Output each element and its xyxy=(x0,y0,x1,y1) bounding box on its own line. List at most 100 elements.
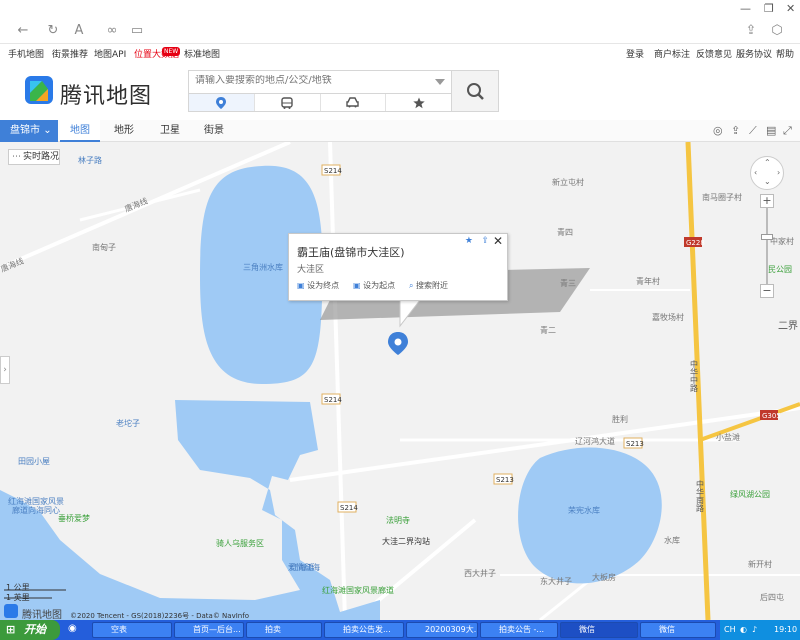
target-icon[interactable]: ◎ xyxy=(713,124,723,137)
tencent-map-logo-icon xyxy=(25,76,53,104)
tab-map[interactable]: 地图 xyxy=(60,120,100,142)
mode-bus[interactable] xyxy=(255,94,321,111)
search-icon: ⌕ xyxy=(409,281,414,290)
pan-right-icon[interactable]: › xyxy=(777,168,780,177)
taskbar-item[interactable]: 拍卖公告发... xyxy=(324,622,404,638)
poi-title: 霸王庙(盘锦市大洼区) xyxy=(297,246,405,259)
city-selector[interactable]: 盘锦市 ⌄ xyxy=(0,120,58,142)
traffic-label: 实时路况 xyxy=(23,152,60,162)
place-label: 青四 xyxy=(557,227,573,237)
share-icon[interactable]: ⇪ xyxy=(742,22,760,40)
taskbar: ⊞ 开始 ◉ 空表 首页—后台... 拍卖 拍卖公告发... 20200309大.… xyxy=(0,620,800,640)
favorite-star-icon[interactable]: ★ xyxy=(465,236,473,246)
link-terms[interactable]: 服务协议 xyxy=(736,47,772,60)
link-merchant[interactable]: 商户标注 xyxy=(654,47,690,60)
zoom-in-button[interactable]: + xyxy=(760,194,774,208)
place-label: 嘉牧场村 xyxy=(652,312,684,322)
back-icon[interactable]: ← xyxy=(14,22,32,40)
tab-terrain[interactable]: 地形 xyxy=(104,120,144,142)
print-icon[interactable]: ▤ xyxy=(766,124,776,137)
place-label: 骑人乌服务区 xyxy=(216,538,264,548)
zoom-track[interactable] xyxy=(766,208,768,284)
taskbar-item[interactable]: 微信 xyxy=(560,622,638,638)
share-map-icon[interactable]: ⇪ xyxy=(731,124,740,137)
map-svg: S214 S214 S214 S213 S213 G228 G305 林子路 唐… xyxy=(0,142,800,620)
place-label: 新立屯村 xyxy=(552,177,584,187)
set-destination-button[interactable]: ▣ 设为终点 xyxy=(297,280,339,291)
place-label: 老坨子 xyxy=(116,418,140,428)
link-feedback[interactable]: 反馈意见 xyxy=(696,47,732,60)
maximize-icon[interactable]: ❐ xyxy=(764,2,774,15)
set-origin-button[interactable]: ▣ 设为起点 xyxy=(353,280,395,291)
close-window-icon[interactable]: ✕ xyxy=(786,2,795,15)
link-standard-map[interactable]: 标准地图 xyxy=(184,47,220,60)
tab-icon[interactable]: ▭ xyxy=(128,22,146,40)
mode-location[interactable] xyxy=(189,94,255,111)
search-box[interactable] xyxy=(188,70,452,93)
place-label: 二界 xyxy=(778,320,798,332)
map-watermark: 腾讯地图 xyxy=(22,610,62,621)
zoom-slider-handle[interactable] xyxy=(761,234,773,240)
place-label: 新开村 xyxy=(748,559,772,569)
map-canvas[interactable]: S214 S214 S214 S213 S213 G228 G305 林子路 唐… xyxy=(0,142,800,620)
mode-car[interactable] xyxy=(321,94,387,111)
share-icon[interactable]: ⇪ xyxy=(481,236,489,246)
road-label: 唐海线 xyxy=(0,256,25,274)
place-label: 法明寺 xyxy=(386,515,410,525)
extension-icon[interactable]: ⬡ xyxy=(768,22,786,40)
end-icon: ▣ xyxy=(297,281,305,290)
link-map-api[interactable]: 地图API xyxy=(94,47,126,60)
ime-indicator[interactable]: CH xyxy=(724,620,736,640)
place-label: 南甸子 xyxy=(92,242,116,252)
taskbar-item[interactable]: 首页—后台... xyxy=(174,622,244,638)
logo-text: 腾讯地图 xyxy=(60,84,153,109)
taskbar-item[interactable]: 空表 xyxy=(92,622,172,638)
close-icon[interactable]: ✕ xyxy=(493,234,503,248)
pan-up-icon[interactable]: ⌃ xyxy=(764,158,771,167)
top-links: 手机地图 街景推荐 地图API 位置大数据 NEW 标准地图 登录 商户标注 反… xyxy=(0,44,800,62)
text-size-icon[interactable]: A xyxy=(70,22,88,40)
taskbar-item[interactable]: 拍卖公告 -... xyxy=(480,622,558,638)
place-label: 林子路 xyxy=(78,155,102,165)
fullscreen-icon[interactable]: ⤢ xyxy=(783,124,792,138)
place-label: 廊道向海同心 xyxy=(12,505,60,515)
link-help[interactable]: 帮助 xyxy=(776,47,794,60)
tray-icon[interactable]: ◐ xyxy=(740,620,747,640)
zoom-out-button[interactable]: − xyxy=(760,284,774,298)
quick-launch-icon[interactable]: ◉ xyxy=(68,623,77,634)
start-button[interactable]: ⊞ 开始 xyxy=(0,620,60,640)
location-marker-icon[interactable] xyxy=(388,332,408,355)
tab-street-view[interactable]: 街景 xyxy=(194,120,234,142)
link-login[interactable]: 登录 xyxy=(626,47,644,60)
ruler-icon[interactable]: ⟋ xyxy=(749,124,757,138)
link-mobile-map[interactable]: 手机地图 xyxy=(8,47,44,60)
chevron-down-icon[interactable] xyxy=(435,79,445,85)
search-nearby-button[interactable]: ⌕ 搜索附近 xyxy=(409,280,448,291)
mode-favorites[interactable] xyxy=(386,94,451,111)
pan-down-icon[interactable]: ⌄ xyxy=(764,177,771,186)
tab-satellite[interactable]: 卫星 xyxy=(150,120,190,142)
place-label: 青三 xyxy=(560,278,576,288)
refresh-icon[interactable]: ↻ xyxy=(44,22,62,40)
search-input[interactable] xyxy=(195,75,425,86)
link-icon[interactable]: ∞ xyxy=(103,22,121,40)
link-street-view[interactable]: 街景推荐 xyxy=(52,47,88,60)
place-label: 红海滩国家风景廊道 xyxy=(322,585,394,595)
traffic-button[interactable]: ⋯ 实时路况 xyxy=(8,149,60,165)
clock: 19:10 xyxy=(774,625,798,634)
windows-logo-icon: ⊞ xyxy=(6,623,16,636)
taskbar-item[interactable]: 微信 xyxy=(640,622,716,638)
water-label: 三角洲水库 xyxy=(243,262,283,272)
taskbar-item[interactable]: 20200309大... xyxy=(406,622,478,638)
search-button[interactable] xyxy=(451,70,499,112)
water-label: 荣宪水库 xyxy=(568,505,600,515)
pan-control[interactable]: ⌃ ‹ › ⌄ xyxy=(750,156,784,190)
place-label: 南马圈子村 xyxy=(702,192,742,202)
taskbar-item[interactable]: 拍卖 xyxy=(246,622,322,638)
minimize-icon[interactable]: — xyxy=(740,2,751,15)
tray-icon[interactable]: ♪ xyxy=(752,620,757,640)
expand-panel-button[interactable]: › xyxy=(0,356,10,384)
pan-left-icon[interactable]: ‹ xyxy=(754,168,757,177)
place-label: 大板房 xyxy=(592,572,616,582)
place-label: 大洼二界沟站 xyxy=(382,536,430,546)
